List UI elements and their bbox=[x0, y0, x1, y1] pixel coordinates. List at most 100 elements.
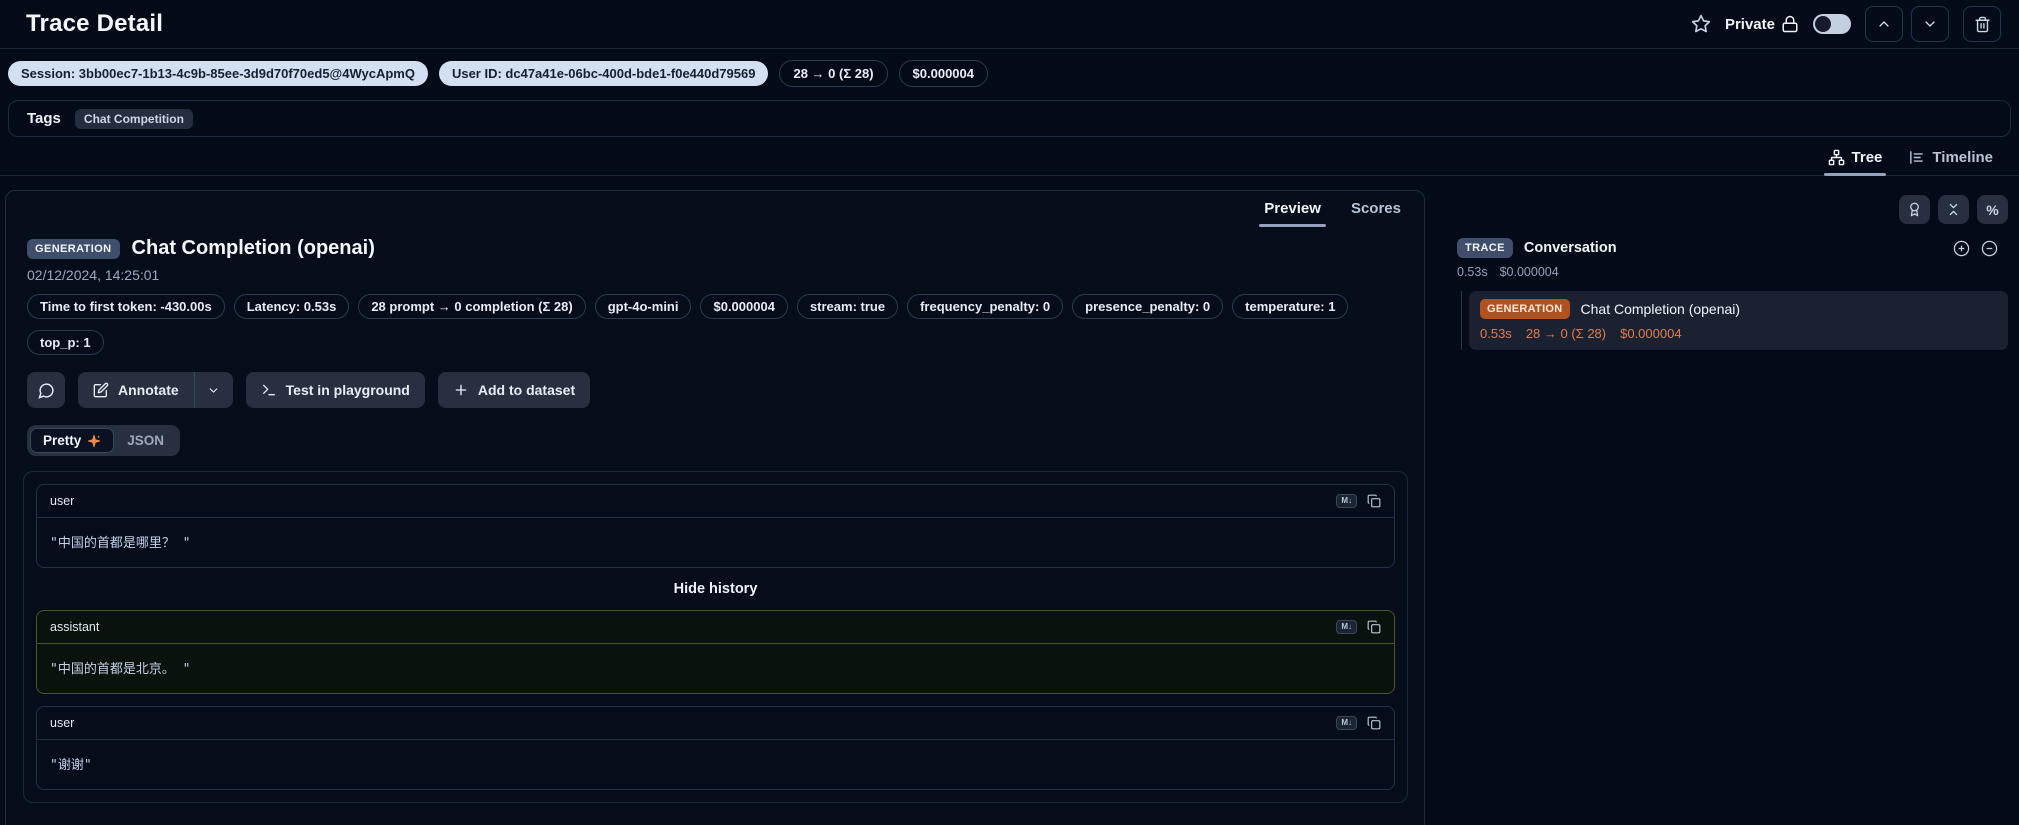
metric-pill: frequency_penalty: 0 bbox=[907, 294, 1063, 319]
tab-preview[interactable]: Preview bbox=[1251, 198, 1334, 225]
toggle-knob bbox=[1815, 16, 1831, 32]
terminal-icon bbox=[261, 382, 277, 398]
metric-pill: Time to first token: -430.00s bbox=[27, 294, 225, 319]
trace-tree-root[interactable]: TRACE Conversation bbox=[1440, 238, 2014, 258]
tags-container: Tags Chat Competition bbox=[8, 100, 2011, 137]
tab-timeline-label: Timeline bbox=[1932, 149, 1993, 166]
user-id-badge[interactable]: User ID: dc47a41e-06bc-400d-bde1-f0e440d… bbox=[439, 61, 769, 86]
playground-label: Test in playground bbox=[286, 382, 410, 398]
markdown-toggle-icon[interactable]: M↓ bbox=[1336, 716, 1357, 730]
delete-trace-button[interactable] bbox=[1963, 6, 2001, 42]
generation-metrics: 0.53s 28 → 0 (Σ 28) $0.000004 bbox=[1480, 326, 1997, 341]
timeline-icon bbox=[1908, 149, 1925, 166]
public-sharing-toggle[interactable] bbox=[1813, 14, 1851, 34]
copy-icon bbox=[1367, 716, 1381, 730]
metric-pill: Latency: 0.53s bbox=[234, 294, 350, 319]
markdown-toggle-icon[interactable]: M↓ bbox=[1336, 620, 1357, 634]
bookmark-star-button[interactable] bbox=[1691, 14, 1711, 34]
message-role: user bbox=[50, 716, 74, 730]
percent-icon: % bbox=[1986, 202, 1998, 218]
plus-circle-icon bbox=[1953, 240, 1970, 257]
annotate-dropdown-button[interactable] bbox=[195, 372, 233, 408]
metric-pills-row-1: Time to first token: -430.00s Latency: 0… bbox=[27, 294, 1400, 319]
trash-icon bbox=[1974, 16, 1991, 33]
tree-icon bbox=[1828, 149, 1845, 166]
total-cost-badge: $0.000004 bbox=[899, 60, 988, 87]
session-badge[interactable]: Session: 3bb00ec7-1b13-4c9b-85ee-3d9d70f… bbox=[8, 61, 428, 86]
copy-button[interactable] bbox=[1367, 716, 1381, 730]
metric-pill: gpt-4o-mini bbox=[595, 294, 692, 319]
token-usage-badge: 28 → 0 (Σ 28) bbox=[779, 60, 887, 87]
generation-tokens: 28 → 0 (Σ 28) bbox=[1526, 326, 1606, 341]
sparkles-icon bbox=[87, 434, 101, 448]
trace-title: Conversation bbox=[1524, 240, 1942, 256]
message-role: assistant bbox=[50, 620, 99, 634]
json-label: JSON bbox=[127, 433, 164, 448]
expand-all-button[interactable] bbox=[1953, 240, 1970, 257]
format-toggle: Pretty JSON bbox=[27, 425, 180, 456]
page-title: Trace Detail bbox=[26, 10, 163, 38]
format-pretty-segment[interactable]: Pretty bbox=[30, 428, 114, 453]
dataset-label: Add to dataset bbox=[478, 382, 575, 398]
trace-id-badges: Session: 3bb00ec7-1b13-4c9b-85ee-3d9d70f… bbox=[0, 49, 2019, 98]
collapse-node-button[interactable] bbox=[1981, 240, 1998, 257]
hide-history-button[interactable]: Hide history bbox=[36, 581, 1395, 597]
collapse-all-button[interactable] bbox=[1938, 195, 1969, 224]
tag-chip-chat-competition[interactable]: Chat Competition bbox=[75, 109, 193, 129]
metric-pill: $0.000004 bbox=[700, 294, 787, 319]
observation-tabs: Preview Scores bbox=[6, 191, 1424, 225]
metrics-toggle-button[interactable]: % bbox=[1977, 195, 2008, 224]
test-in-playground-button[interactable]: Test in playground bbox=[246, 372, 425, 408]
metric-pill: stream: true bbox=[797, 294, 898, 319]
observation-timestamp: 02/12/2024, 14:25:01 bbox=[27, 267, 1400, 283]
scores-toggle-button[interactable] bbox=[1899, 195, 1930, 224]
message-content: "中国的首都是北京。 " bbox=[37, 644, 1394, 693]
message-user-2: user M↓ "谢谢" bbox=[36, 706, 1395, 790]
annotate-button[interactable]: Annotate bbox=[78, 372, 194, 408]
trace-tree-sidebar: % TRACE Conversation 0.53s bbox=[1440, 190, 2014, 350]
trace-detail-page: Trace Detail Private bbox=[0, 0, 2019, 825]
copy-button[interactable] bbox=[1367, 620, 1381, 634]
observation-actions: Annotate Test in playgroun bbox=[27, 372, 1400, 408]
observation-header: GENERATION Chat Completion (openai) 02/1… bbox=[6, 225, 1424, 456]
minus-circle-icon bbox=[1981, 240, 1998, 257]
format-json-segment[interactable]: JSON bbox=[114, 428, 177, 453]
view-mode-tabs: Tree Timeline bbox=[0, 137, 2019, 176]
tree-toolbar: % bbox=[1440, 190, 2014, 224]
copy-icon bbox=[1367, 494, 1381, 508]
message-assistant: assistant M↓ "中国的首都是北京。 " bbox=[36, 610, 1395, 694]
generation-type-badge: GENERATION bbox=[27, 239, 120, 259]
top-actions: Private bbox=[1691, 6, 2001, 42]
tab-scores[interactable]: Scores bbox=[1338, 198, 1414, 225]
tree-indent-guide: GENERATION Chat Completion (openai) 0.53… bbox=[1461, 291, 2008, 350]
comments-button[interactable] bbox=[27, 372, 65, 408]
trace-nav-buttons bbox=[1865, 6, 1949, 42]
trace-badge: TRACE bbox=[1457, 238, 1513, 258]
markdown-toggle-icon[interactable]: M↓ bbox=[1336, 494, 1357, 508]
privacy-status: Private bbox=[1725, 15, 1799, 33]
tab-tree[interactable]: Tree bbox=[1828, 149, 1883, 175]
trace-metrics: 0.53s $0.000004 bbox=[1440, 265, 2014, 279]
fold-vertical-icon bbox=[1946, 202, 1961, 217]
tab-timeline[interactable]: Timeline bbox=[1908, 149, 1993, 175]
messages-container: user M↓ "中国的首都是哪里？ " Hide history bbox=[23, 471, 1408, 803]
generation-cost: $0.000004 bbox=[1620, 326, 1681, 341]
generation-badge: GENERATION bbox=[1480, 299, 1570, 319]
message-content: "中国的首都是哪里？ " bbox=[37, 518, 1394, 567]
lock-icon bbox=[1781, 15, 1799, 33]
observation-title: Chat Completion (openai) bbox=[132, 237, 375, 260]
message-header: assistant M↓ bbox=[37, 611, 1394, 644]
tree-node-generation[interactable]: GENERATION Chat Completion (openai) 0.53… bbox=[1469, 291, 2008, 350]
copy-icon bbox=[1367, 620, 1381, 634]
workspace: Preview Scores GENERATION Chat Completio… bbox=[0, 176, 2019, 825]
previous-trace-button[interactable] bbox=[1865, 6, 1903, 42]
privacy-label: Private bbox=[1725, 16, 1775, 33]
add-to-dataset-button[interactable]: Add to dataset bbox=[438, 372, 590, 408]
trace-cost: $0.000004 bbox=[1500, 265, 1559, 279]
chevron-down-icon bbox=[207, 384, 220, 397]
next-trace-button[interactable] bbox=[1911, 6, 1949, 42]
plus-icon bbox=[453, 382, 469, 398]
copy-button[interactable] bbox=[1367, 494, 1381, 508]
chevron-up-icon bbox=[1876, 16, 1892, 32]
tab-tree-label: Tree bbox=[1852, 149, 1883, 166]
